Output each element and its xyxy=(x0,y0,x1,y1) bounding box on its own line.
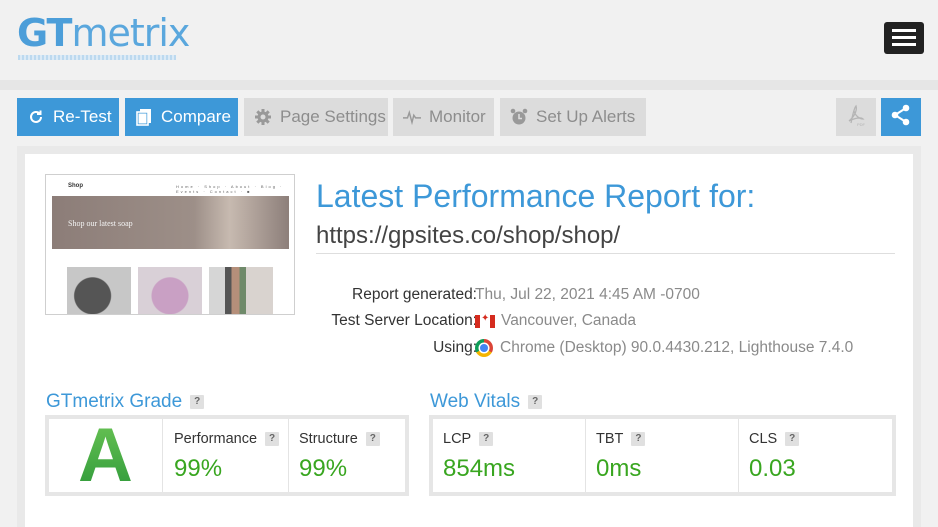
report-generated-row: Report generated: Thu, Jul 22, 2021 4:45… xyxy=(25,284,913,306)
gtmetrix-grade-title: GTmetrix Grade xyxy=(46,391,183,412)
retest-label: Re-Test xyxy=(53,107,112,126)
logo-underline xyxy=(18,55,176,60)
help-icon[interactable]: ? xyxy=(265,432,280,446)
retest-button[interactable]: Re-Test xyxy=(17,98,119,136)
lcp-label: LCP xyxy=(443,431,472,447)
hamburger-icon-bar xyxy=(892,36,916,39)
svg-text:PDF: PDF xyxy=(857,122,866,127)
tbt-label-wrap: TBT? xyxy=(596,431,646,447)
performance-value: 99% xyxy=(174,455,223,482)
cls-label-wrap: CLS? xyxy=(749,431,800,447)
thumbnail-site-name: Shop xyxy=(68,183,83,189)
gear-icon xyxy=(254,108,272,126)
using-label: Using: xyxy=(433,339,477,356)
hamburger-icon-bar xyxy=(892,43,916,46)
web-vitals-box: LCP? 854ms TBT? 0ms CLS? 0.03 xyxy=(429,415,896,496)
gtmetrix-grade-box-inner: A Performance? 99% Structure? 99% xyxy=(49,413,405,498)
tbt-label: TBT xyxy=(596,431,624,447)
cls-label: CLS xyxy=(749,431,778,447)
page-settings-button[interactable]: Page Settings xyxy=(244,98,388,136)
pdf-icon: PDF xyxy=(845,103,867,132)
lcp-value: 854ms xyxy=(443,455,516,482)
canada-flag-icon xyxy=(475,313,495,328)
report-title: Latest Performance Report for: xyxy=(316,178,756,214)
help-icon[interactable]: ? xyxy=(365,432,380,446)
help-icon[interactable]: ? xyxy=(785,432,800,446)
gtmetrix-grade-heading: GTmetrix Grade ? xyxy=(46,391,205,413)
web-vitals-box-inner: LCP? 854ms TBT? 0ms CLS? 0.03 xyxy=(433,419,892,492)
cls-cell: CLS? 0.03 xyxy=(739,419,892,492)
share-button[interactable] xyxy=(881,98,921,136)
report-url: https://gpsites.co/shop/shop/ xyxy=(316,222,621,249)
pulse-icon xyxy=(403,108,421,126)
cls-value: 0.03 xyxy=(749,455,796,482)
page-settings-label: Page Settings xyxy=(280,107,386,126)
using-value-wrap: Chrome (Desktop) 90.0.4430.212, Lighthou… xyxy=(475,339,853,357)
help-icon[interactable]: ? xyxy=(479,432,494,446)
server-location-value-wrap: Vancouver, Canada xyxy=(475,312,636,330)
set-up-alerts-label: Set Up Alerts xyxy=(536,107,636,126)
download-pdf-button[interactable]: PDF xyxy=(836,98,876,136)
gtmetrix-logo[interactable]: GTmetrix xyxy=(17,10,190,56)
server-location-row: Test Server Location: Vancouver, Canada xyxy=(25,310,913,332)
hamburger-menu-button[interactable] xyxy=(884,22,924,54)
compare-button[interactable]: Compare xyxy=(125,98,238,136)
tbt-cell: TBT? 0ms xyxy=(586,419,739,492)
monitor-button[interactable]: Monitor xyxy=(393,98,494,136)
thumbnail-nav: Home · Shop · About · Blog · Events · Co… xyxy=(176,184,284,194)
site-header: GTmetrix xyxy=(0,0,938,80)
title-divider xyxy=(316,253,895,254)
tbt-value: 0ms xyxy=(596,455,642,482)
structure-label: Structure xyxy=(299,431,358,447)
help-icon[interactable]: ? xyxy=(190,395,205,409)
browser-row: Using: Chrome (Desktop) 90.0.4430.212, L… xyxy=(25,337,913,359)
structure-label-wrap: Structure? xyxy=(299,431,380,447)
chrome-icon xyxy=(475,339,493,357)
header-divider xyxy=(0,80,938,90)
thumbnail-hero-text: Shop our latest soap xyxy=(68,219,133,228)
lcp-cell: LCP? 854ms xyxy=(433,419,586,492)
using-value: Chrome (Desktop) 90.0.4430.212, Lighthou… xyxy=(500,339,854,356)
web-vitals-title: Web Vitals xyxy=(430,391,521,412)
monitor-label: Monitor xyxy=(429,107,486,126)
copy-icon xyxy=(135,108,153,126)
alarm-clock-icon xyxy=(510,108,528,126)
performance-cell: Performance? 99% xyxy=(164,419,289,492)
grade-letter: A xyxy=(49,413,163,498)
help-icon[interactable]: ? xyxy=(528,395,543,409)
report-generated-value: Thu, Jul 22, 2021 4:45 AM -0700 xyxy=(475,286,700,303)
set-up-alerts-button[interactable]: Set Up Alerts xyxy=(500,98,646,136)
refresh-icon xyxy=(27,108,45,126)
help-icon[interactable]: ? xyxy=(631,432,646,446)
share-icon xyxy=(891,104,911,131)
gtmetrix-grade-box: A Performance? 99% Structure? 99% xyxy=(45,413,409,498)
report-card: Shop Home · Shop · About · Blog · Events… xyxy=(17,146,921,527)
structure-cell: Structure? 99% xyxy=(289,419,405,492)
report-generated-label: Report generated: xyxy=(352,286,477,303)
hamburger-icon xyxy=(892,29,916,32)
performance-label-wrap: Performance? xyxy=(174,431,280,447)
structure-value: 99% xyxy=(299,455,348,482)
server-location-label: Test Server Location: xyxy=(331,312,477,329)
performance-label: Performance xyxy=(174,431,258,447)
lcp-label-wrap: LCP? xyxy=(443,431,494,447)
compare-label: Compare xyxy=(161,107,231,126)
web-vitals-heading: Web Vitals ? xyxy=(430,391,543,413)
report-card-body: Shop Home · Shop · About · Blog · Events… xyxy=(25,154,913,527)
server-location-value: Vancouver, Canada xyxy=(501,312,637,329)
